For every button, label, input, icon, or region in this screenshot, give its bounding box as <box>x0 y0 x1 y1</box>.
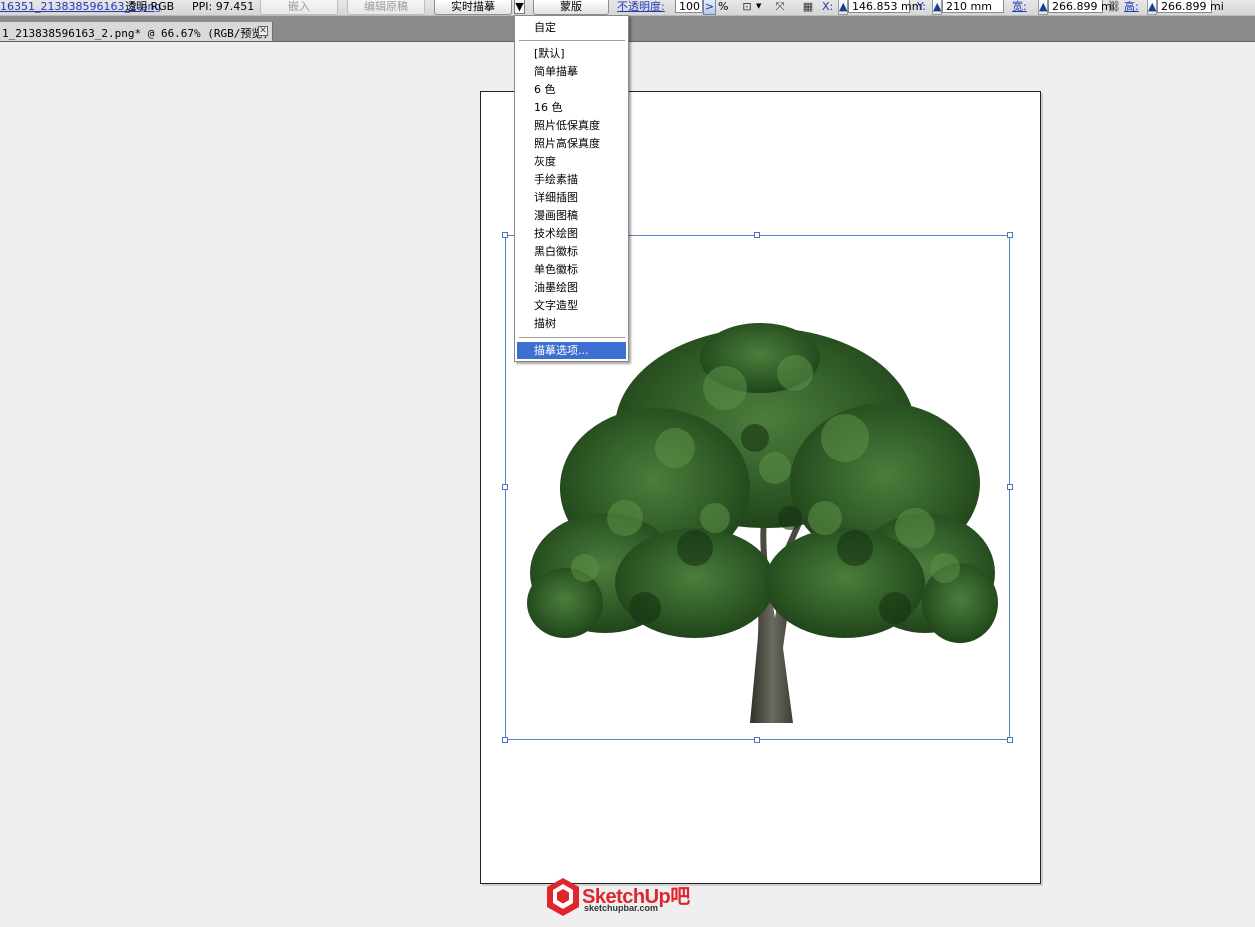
mask-button[interactable]: 蒙版 <box>533 0 609 15</box>
x-label: X: <box>822 0 834 13</box>
resize-handle-left[interactable] <box>502 484 508 490</box>
color-mode-label: 透明 RGB <box>125 0 175 13</box>
close-icon[interactable]: ✕ <box>258 26 268 36</box>
menu-item-detailed-illustration[interactable]: 详细插图 <box>517 189 626 206</box>
menu-item-16-colors[interactable]: 16 色 <box>517 99 626 116</box>
y-label: Y: <box>917 0 926 13</box>
menu-item-simple-trace[interactable]: 简单描摹 <box>517 63 626 80</box>
embed-button[interactable]: 嵌入 <box>260 0 338 15</box>
opacity-label[interactable]: 不透明度: <box>617 0 665 15</box>
align-dropdown-icon[interactable]: ▼ <box>756 0 761 15</box>
menu-item-ink-drawing[interactable]: 油墨绘图 <box>517 279 626 296</box>
menu-item-photo-high-fidelity[interactable]: 照片高保真度 <box>517 135 626 152</box>
x-spinner[interactable]: ▲▼ <box>838 0 848 15</box>
resize-handle-top-right[interactable] <box>1007 232 1013 238</box>
y-field[interactable]: 210 mm <box>942 0 1004 13</box>
align-icon[interactable]: ⊡ <box>739 0 755 15</box>
menu-item-type[interactable]: 文字造型 <box>517 297 626 314</box>
trace-preset-menu: 自定 [默认] 简单描摹 6 色 16 色 照片低保真度 照片高保真度 灰度 手… <box>514 15 629 362</box>
live-trace-button[interactable]: 实时描摹 <box>434 0 512 15</box>
menu-item-technical-drawing[interactable]: 技术绘图 <box>517 225 626 242</box>
sketchup-cube-icon <box>547 878 579 916</box>
width-field[interactable]: 266.899 mi <box>1048 0 1115 13</box>
menu-item-hand-drawn-sketch[interactable]: 手绘素描 <box>517 171 626 188</box>
document-tab[interactable]: 1_213838596163_2.png* @ 66.67% (RGB/预览) … <box>0 22 273 41</box>
trace-preset-dropdown-arrow[interactable]: ▼ <box>514 0 525 14</box>
menu-item-grayscale[interactable]: 灰度 <box>517 153 626 170</box>
menu-item-tracing-options[interactable]: 描摹选项... <box>517 342 626 359</box>
menu-separator <box>519 337 625 338</box>
resize-handle-bottom[interactable] <box>754 737 760 743</box>
watermark-logo: SketchUp吧 sketchupbar.com <box>545 876 715 920</box>
constrain-proportions-icon[interactable]: ⛓ <box>1107 0 1121 15</box>
menu-item-custom[interactable]: 自定 <box>517 19 626 36</box>
x-field[interactable]: 146.853 mm <box>848 0 922 13</box>
opacity-slider-arrow[interactable]: > <box>703 0 716 15</box>
menu-item-6-colors[interactable]: 6 色 <box>517 81 626 98</box>
document-tab-title: 1_213838596163_2.png* @ 66.67% (RGB/预览) <box>2 27 270 40</box>
ppi-readout: PPI: 97.451 <box>192 0 255 13</box>
height-spinner[interactable]: ▲▼ <box>1147 0 1157 15</box>
reference-point-icon[interactable]: ▦ <box>800 0 816 15</box>
y-spinner[interactable]: ▲▼ <box>932 0 942 15</box>
menu-item-trace-tree[interactable]: 描树 <box>517 315 626 332</box>
resize-handle-top-left[interactable] <box>502 232 508 238</box>
menu-item-comic-art[interactable]: 漫画图稿 <box>517 207 626 224</box>
transform-icon[interactable]: ⤧ <box>772 0 788 15</box>
menu-item-bw-logo[interactable]: 黑白徽标 <box>517 243 626 260</box>
height-label[interactable]: 高: <box>1124 0 1139 15</box>
resize-handle-right[interactable] <box>1007 484 1013 490</box>
resize-handle-top[interactable] <box>754 232 760 238</box>
edit-original-button[interactable]: 编辑原稿 <box>347 0 425 15</box>
control-bar: 16351_213838596163_2.png 透明 RGB PPI: 97.… <box>0 0 1255 16</box>
watermark-url: sketchupbar.com <box>584 903 659 913</box>
menu-separator <box>519 40 625 41</box>
resize-handle-bottom-left[interactable] <box>502 737 508 743</box>
width-spinner[interactable]: ▲▼ <box>1038 0 1048 15</box>
height-field[interactable]: 266.899 mi <box>1157 0 1224 13</box>
width-label[interactable]: 宽: <box>1012 0 1027 15</box>
menu-item-default[interactable]: [默认] <box>517 45 626 62</box>
menu-item-photo-low-fidelity[interactable]: 照片低保真度 <box>517 117 626 134</box>
percent-sign: % <box>718 0 729 13</box>
menu-item-mono-logo[interactable]: 单色徽标 <box>517 261 626 278</box>
resize-handle-bottom-right[interactable] <box>1007 737 1013 743</box>
opacity-field[interactable]: 100 <box>675 0 703 13</box>
